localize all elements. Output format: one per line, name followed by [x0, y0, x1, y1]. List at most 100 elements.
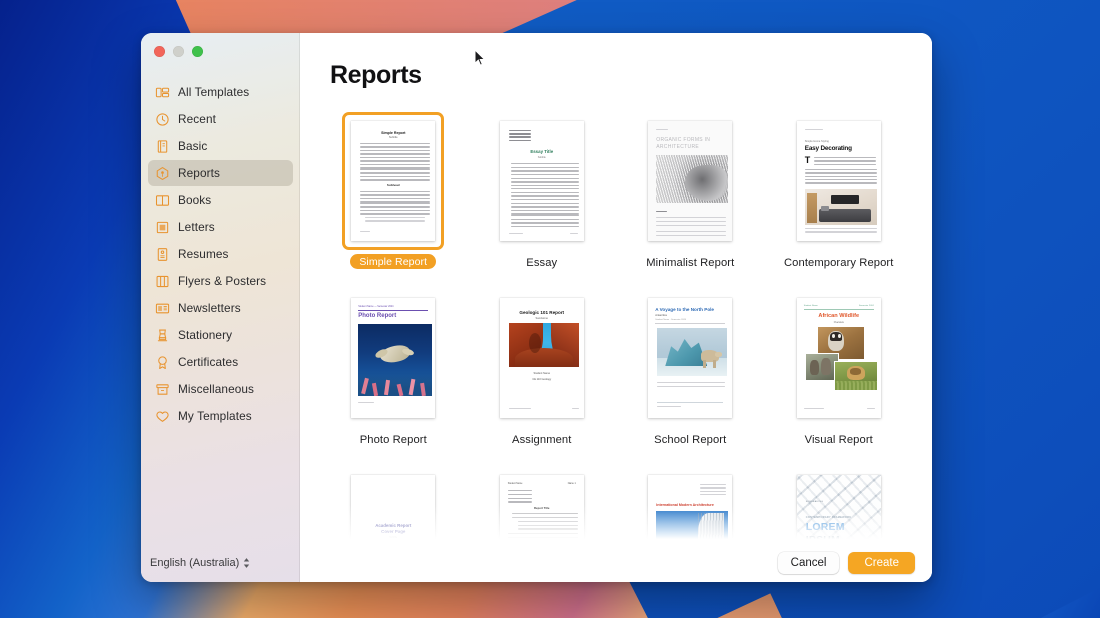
template-thumbnail: ORGANIC FORMS IN ARCHITECTURE	[648, 121, 732, 241]
sidebar-item-resumes[interactable]: Resumes	[148, 241, 293, 267]
template-thumbnail-frame: Simple Home StylingEasy DecoratingT	[788, 112, 890, 250]
sidebar-item-basic[interactable]: Basic	[148, 133, 293, 159]
sidebar-item-label: Certificates	[178, 355, 238, 369]
template-thumbnail-frame: Student NameSemester 2024African Wildlif…	[788, 289, 890, 427]
certificate-icon	[155, 355, 170, 370]
language-select[interactable]: English (Australia)	[150, 557, 250, 569]
heart-icon	[155, 409, 170, 424]
sidebar-item-label: Miscellaneous	[178, 382, 254, 396]
template-thumbnail-frame: Academic ReportCover PageSubtitleStudent…	[342, 466, 444, 544]
desktop-wallpaper: All Templates Recent Basic Reports Books Lett…	[0, 0, 1100, 618]
template-tile-academic[interactable]: Academic ReportCover PageSubtitleStudent…	[330, 466, 457, 544]
sidebar-item-reports[interactable]: Reports	[148, 160, 293, 186]
close-button[interactable]	[154, 46, 165, 57]
template-thumbnail: Geologic 101 ReportSandstoneStudent Name…	[500, 298, 584, 418]
sidebar-item-label: Basic	[178, 139, 207, 153]
zoom-button[interactable]	[192, 46, 203, 57]
template-thumbnail-frame: Geologic 101 ReportSandstoneStudent Name…	[491, 289, 593, 427]
template-tile-mla[interactable]: Student NameName 1Report Title	[479, 466, 606, 544]
newsletter-icon	[155, 301, 170, 316]
footer-bar: Cancel Create	[300, 544, 932, 582]
template-tile-essay[interactable]: Essay TitleSubtitleEssay	[479, 112, 606, 269]
sidebar-item-all-templates[interactable]: All Templates	[148, 79, 293, 105]
template-thumbnail: Essay TitleSubtitle	[500, 121, 584, 241]
template-tile-photo-report[interactable]: Student Name — Semester 2024Photo Report…	[330, 289, 457, 446]
template-thumbnail-frame: International Modern Architecture	[639, 466, 741, 544]
template-thumbnail-frame: A Voyage to the North PoleAntarcticaStud…	[639, 289, 741, 427]
misc-icon	[155, 382, 170, 397]
page-title: Reports	[330, 61, 902, 90]
sidebar: All Templates Recent Basic Reports Books Lett…	[141, 33, 300, 582]
template-tile-minimalist-report[interactable]: ORGANIC FORMS IN ARCHITECTURE Minimalist …	[627, 112, 754, 269]
mouse-cursor	[474, 49, 486, 67]
template-tile-architecture[interactable]: International Modern Architecture	[627, 466, 754, 544]
template-thumbnail-frame: Essay TitleSubtitle	[491, 112, 593, 250]
cancel-button[interactable]: Cancel	[778, 552, 840, 574]
template-tile-contemporary-report[interactable]: Simple Home StylingEasy DecoratingT Conte…	[776, 112, 903, 269]
sidebar-item-newsletters[interactable]: Newsletters	[148, 295, 293, 321]
create-button[interactable]: Create	[848, 552, 915, 574]
template-thumbnail: A Voyage to the North PoleAntarcticaStud…	[648, 298, 732, 418]
language-label: English (Australia)	[150, 557, 239, 569]
template-tile-school-report[interactable]: A Voyage to the North PoleAntarcticaStud…	[627, 289, 754, 446]
document-icon	[155, 139, 170, 154]
sidebar-item-label: My Templates	[178, 409, 252, 423]
template-label: Simple Report	[350, 254, 436, 269]
minimize-button[interactable]	[173, 46, 184, 57]
template-thumbnail-frame: Student Name — Semester 2024Photo Report	[342, 289, 444, 427]
template-tile-assignment[interactable]: Geologic 101 ReportSandstoneStudent Name…	[479, 289, 606, 446]
template-scroll-area[interactable]: Reports Simple ReportSubtitleSubheadSimp…	[300, 33, 932, 544]
sidebar-list: All Templates Recent Basic Reports Books Lett…	[141, 79, 300, 544]
template-thumbnail: Simple ReportSubtitleSubhead	[351, 121, 435, 241]
template-thumbnail: Academic ReportCover PageSubtitleStudent…	[351, 475, 435, 544]
template-tile-visual-report[interactable]: Student NameSemester 2024African Wildlif…	[776, 289, 903, 446]
template-thumbnail: Simple Home StylingEasy DecoratingT	[797, 121, 881, 241]
resume-icon	[155, 247, 170, 262]
template-thumbnail-frame: ORGANIC FORMS IN ARCHITECTURE	[639, 112, 741, 250]
template-label: Assignment	[512, 434, 571, 446]
template-label: Contemporary Report	[784, 257, 893, 269]
book-icon	[155, 193, 170, 208]
template-thumbnail: Student NameSemester 2024African Wildlif…	[797, 298, 881, 418]
sidebar-item-flyers-posters[interactable]: Flyers & Posters	[148, 268, 293, 294]
template-thumbnail-frame: Student NameName 1Report Title	[491, 466, 593, 544]
template-label: School Report	[654, 434, 726, 446]
sidebar-item-letters[interactable]: Letters	[148, 214, 293, 240]
sidebar-item-label: Letters	[178, 220, 215, 234]
sidebar-item-label: Books	[178, 193, 211, 207]
reports-icon	[155, 166, 170, 181]
sidebar-item-my-templates[interactable]: My Templates	[148, 403, 293, 429]
template-label: Photo Report	[360, 434, 427, 446]
content-area: Reports Simple ReportSubtitleSubheadSimp…	[300, 33, 932, 582]
sidebar-item-books[interactable]: Books	[148, 187, 293, 213]
template-thumbnail: Student Name — Semester 2024Photo Report	[351, 298, 435, 418]
template-grid: Simple ReportSubtitleSubhead Simple Repor…	[330, 112, 902, 544]
sidebar-item-label: Reports	[178, 166, 220, 180]
template-tile-simple-report[interactable]: Simple ReportSubtitleSubhead Simple Repor…	[330, 112, 457, 269]
letter-icon	[155, 220, 170, 235]
sidebar-item-label: Resumes	[178, 247, 229, 261]
flyer-icon	[155, 274, 170, 289]
sidebar-item-certificates[interactable]: Certificates	[148, 349, 293, 375]
template-chooser-window: All Templates Recent Basic Reports Books Lett…	[141, 33, 932, 582]
sidebar-item-miscellaneous[interactable]: Miscellaneous	[148, 376, 293, 402]
all-templates-icon	[155, 85, 170, 100]
template-thumbnail: SUBHEADINGCONTEMPORARY FRAMEWORKLOREMIPS…	[797, 475, 881, 544]
sidebar-item-recent[interactable]: Recent	[148, 106, 293, 132]
sidebar-item-label: Stationery	[178, 328, 232, 342]
language-bar: English (Australia)	[141, 544, 300, 582]
template-thumbnail-frame: Simple ReportSubtitleSubhead	[342, 112, 444, 250]
sidebar-item-label: All Templates	[178, 85, 249, 99]
template-label: Minimalist Report	[646, 257, 734, 269]
template-thumbnail-frame: SUBHEADINGCONTEMPORARY FRAMEWORKLOREMIPS…	[788, 466, 890, 544]
template-thumbnail: Student NameName 1Report Title	[500, 475, 584, 544]
up-down-chevron-icon	[243, 557, 250, 568]
template-label: Visual Report	[805, 434, 873, 446]
template-tile-lorem[interactable]: SUBHEADINGCONTEMPORARY FRAMEWORKLOREMIPS…	[776, 466, 903, 544]
sidebar-item-label: Flyers & Posters	[178, 274, 266, 288]
sidebar-item-label: Newsletters	[178, 301, 241, 315]
sidebar-item-label: Recent	[178, 112, 216, 126]
stationery-icon	[155, 328, 170, 343]
window-controls	[141, 33, 300, 67]
sidebar-item-stationery[interactable]: Stationery	[148, 322, 293, 348]
